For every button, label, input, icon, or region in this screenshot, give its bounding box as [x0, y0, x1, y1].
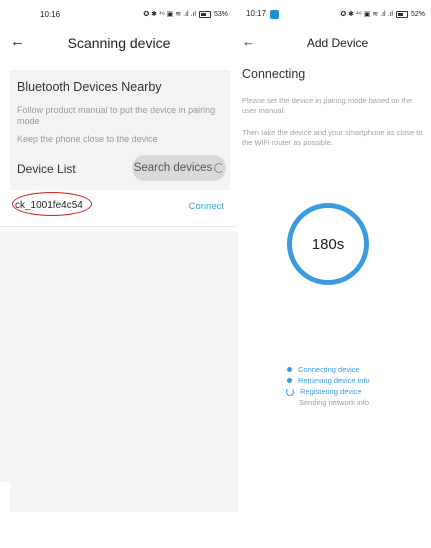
status-time: 10:17 — [246, 9, 267, 19]
proximity-hint: Keep the phone close to the device — [17, 134, 158, 144]
search-devices-button[interactable]: Search devices — [132, 155, 226, 181]
bottom-panel — [10, 482, 238, 512]
empty-list-area — [0, 232, 238, 482]
add-device-screen: 10:17 ✪ ✱ ⁴⁶ ▣ ≋ .ıl .ıl 52% ← Add Devic… — [238, 0, 431, 548]
step-label: Retrieving device info — [298, 376, 370, 385]
back-arrow-icon[interactable]: ← — [242, 34, 255, 50]
step-done-icon — [287, 378, 292, 383]
step-done-icon — [287, 367, 292, 372]
pairing-hint: Follow product manual to put the device … — [17, 105, 216, 126]
countdown-timer: 180s — [287, 203, 369, 285]
app-header: ← Scanning device — [0, 28, 238, 58]
countdown-value: 180s — [311, 235, 345, 253]
status-time: 10:16 — [40, 9, 61, 19]
app-notification-icon — [270, 9, 280, 19]
search-devices-label: Search devices — [133, 162, 213, 174]
step-item: Registering device — [286, 386, 370, 397]
battery-icon — [395, 10, 408, 18]
step-item: Retrieving device info — [286, 375, 370, 386]
device-list-label: Device List — [17, 162, 76, 176]
status-bar: 10:17 ✪ ✱ ⁴⁶ ▣ ≋ .ıl .ıl 52% — [238, 0, 431, 28]
step-item: Connecting device — [286, 364, 370, 375]
pairing-instruction: Please set the device in pairing mode ba… — [242, 96, 413, 115]
step-label: Connecting device — [298, 365, 360, 374]
status-icons: ✪ ✱ ⁴⁶ ▣ ≋ .ıl .ıl 52% — [340, 10, 425, 18]
battery-level: 53% — [213, 10, 228, 18]
status-icons: ✪ ✱ ⁴⁶ ▣ ≋ .ıl .ıl 53% — [143, 10, 228, 18]
status-indicator-icons: ✪ ✱ ⁴⁶ ▣ ≋ .ıl .ıl — [340, 11, 393, 18]
connect-button[interactable]: Connect — [189, 201, 224, 212]
scanning-device-screen: 10:16 ✪ ✱ ⁴⁶ ▣ ≋ .ıl .ıl 53% ← Scanning … — [0, 0, 238, 548]
step-item: Sending network info — [286, 397, 370, 408]
loading-spinner-icon — [214, 163, 225, 173]
app-header: ← Add Device — [238, 28, 431, 58]
device-highlight-annotation — [12, 192, 92, 216]
back-arrow-icon[interactable]: ← — [10, 34, 25, 50]
status-indicator-icons: ✪ ✱ ⁴⁶ ▣ ≋ .ıl .ıl — [143, 11, 196, 18]
step-label: Sending network info — [299, 398, 370, 407]
bluetooth-section-title: Bluetooth Devices Nearby — [17, 80, 162, 94]
step-label: Registering device — [300, 387, 362, 396]
step-loading-icon — [286, 387, 294, 396]
connecting-title: Connecting — [242, 67, 306, 81]
progress-steps: Connecting device Retrieving device info… — [286, 364, 370, 408]
battery-level: 52% — [410, 10, 425, 18]
router-instruction: Then take the device and your smartphone… — [242, 128, 423, 147]
status-time-group: 10:17 — [246, 9, 280, 19]
status-bar: 10:16 ✪ ✱ ⁴⁶ ▣ ≋ .ıl .ıl 53% — [0, 0, 238, 28]
battery-icon — [198, 10, 211, 18]
page-title: Scanning device — [67, 35, 171, 51]
page-title: Add Device — [306, 36, 369, 50]
